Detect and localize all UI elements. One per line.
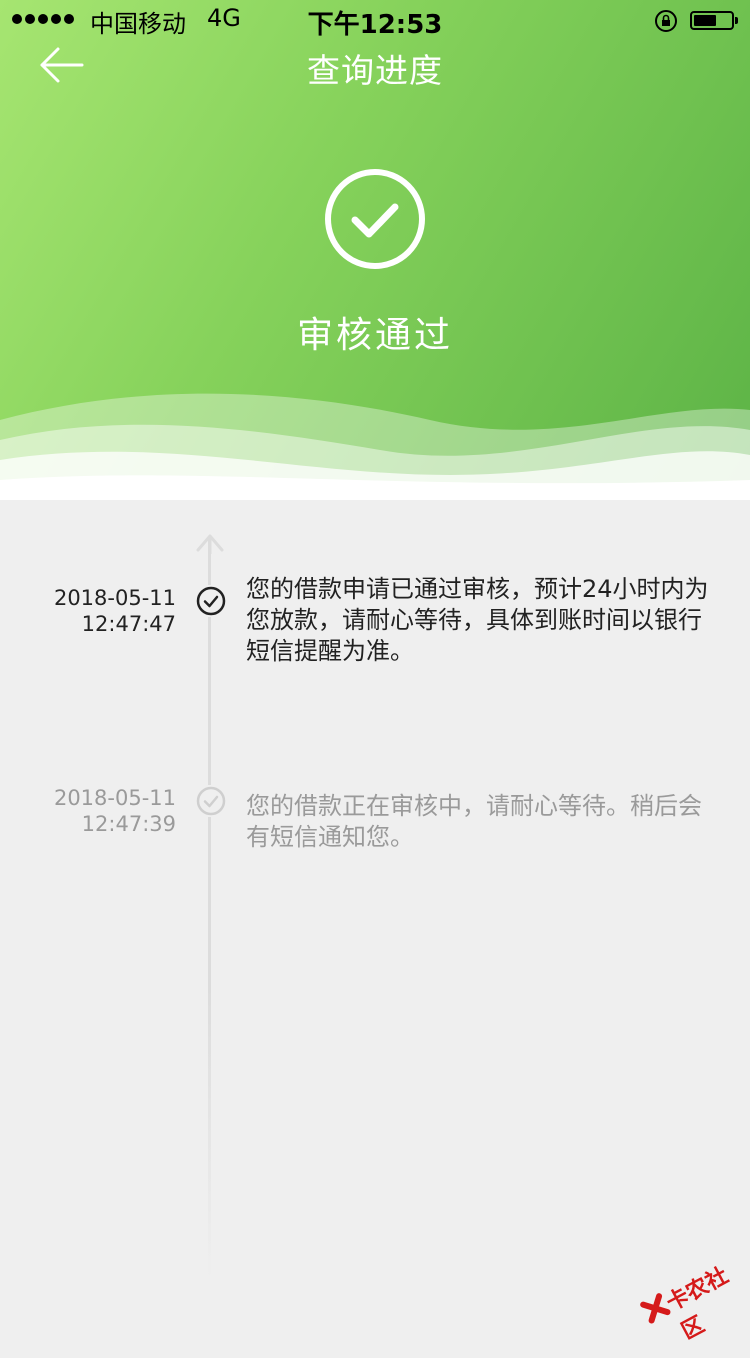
status-time: 下午12:53 [307, 10, 443, 40]
timeline-message: 您的借款正在审核中，请耐心等待。稍后会有短信通知您。 [246, 792, 702, 851]
check-circle-icon [195, 585, 227, 617]
timeline-time: 12:47:47 [81, 612, 176, 636]
watermark-logo: 卡农社区 [630, 1238, 750, 1345]
wave-decoration [0, 393, 750, 500]
check-circle-icon [195, 785, 227, 817]
timeline-line [208, 540, 211, 1280]
timeline-time: 12:47:39 [81, 812, 176, 836]
status-bar: 中国移动 4G 下午12:53 [0, 0, 750, 40]
page-title: 查询进度 [307, 51, 443, 90]
battery-icon [690, 11, 738, 30]
arrow-up-icon [196, 534, 224, 554]
rotation-lock-icon [655, 10, 677, 32]
timeline-date: 2018-05-11 [53, 786, 176, 810]
timeline-datetime: 2018-05-11 12:47:47 [0, 585, 176, 637]
timeline-date: 2018-05-11 [53, 586, 176, 610]
status-label: 审核通过 [296, 315, 453, 356]
check-circle-icon [325, 169, 425, 269]
timeline-datetime: 2018-05-11 12:47:39 [0, 785, 176, 837]
watermark-text: 卡农社区 [662, 1263, 733, 1345]
timeline-message: 您的借款申请已通过审核，预计24小时内为您放款，请耐心等待，具体到账时间以银行短… [246, 575, 709, 665]
header-banner: 中国移动 4G 下午12:53 查询进度 审核通过 [0, 0, 750, 500]
